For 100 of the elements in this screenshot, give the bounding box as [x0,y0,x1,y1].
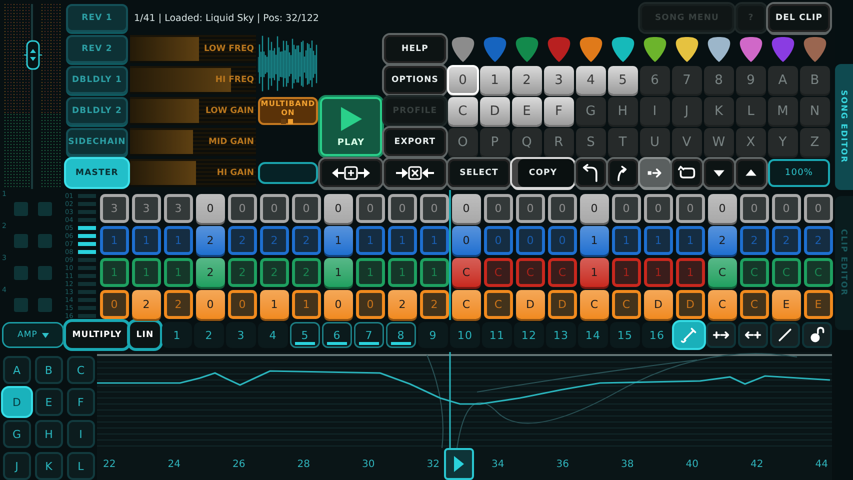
pattern-cell[interactable]: 0 [388,194,417,223]
toolbar-button[interactable] [640,159,670,187]
step-button[interactable]: 13 [546,322,576,348]
step-button[interactable]: 8 [386,322,416,348]
pattern-cell[interactable]: C [548,258,577,287]
eq-slider[interactable]: MID GAIN [130,128,256,156]
effect-button[interactable]: REV 1 [66,4,128,32]
eq-slider[interactable]: LOW FREQ [130,35,256,63]
pattern-cell[interactable]: 1 [644,226,673,255]
pattern-cell[interactable]: 3 [100,194,129,223]
step-button[interactable]: 4 [258,322,288,348]
tool-button[interactable] [770,322,800,348]
color-pick[interactable] [804,36,826,62]
pattern-key[interactable]: T [608,128,638,156]
pattern-cell[interactable]: C [452,258,481,287]
pattern-cell[interactable]: 1 [292,290,321,319]
pattern-key[interactable]: B [800,66,830,94]
pattern-key[interactable]: D [480,97,510,125]
pattern-cell[interactable]: 2 [388,290,417,319]
effect-button[interactable]: REV 2 [66,35,128,63]
pattern-cell[interactable]: 0 [196,290,225,319]
bank-button[interactable]: I [67,420,95,448]
menu-button[interactable]: EXPORT [384,128,446,156]
pattern-cell[interactable]: 0 [324,194,353,223]
editor-tab[interactable]: SONG EDITOR [835,64,853,190]
pattern-cell[interactable]: C [804,258,833,287]
toolbar-button[interactable] [576,159,606,187]
pattern-cell[interactable]: 0 [228,194,257,223]
pattern-cell[interactable]: 0 [676,194,705,223]
bank-button[interactable]: C [67,356,95,384]
pattern-cell[interactable]: 1 [676,226,705,255]
pattern-cell[interactable]: C [516,258,545,287]
pattern-cell[interactable]: 1 [388,226,417,255]
pattern-cell[interactable]: 2 [228,258,257,287]
pattern-cell[interactable]: 0 [420,194,449,223]
pattern-key[interactable]: P [480,128,510,156]
toolbar-button[interactable] [608,159,638,187]
pattern-cell[interactable]: D [516,290,545,319]
step-button[interactable]: 5 [290,322,320,348]
editor-tab[interactable]: CLIP EDITOR [835,196,853,330]
pattern-cell[interactable]: 1 [324,226,353,255]
tool-button[interactable] [802,322,832,348]
pattern-key[interactable]: K [704,97,734,125]
bank-button[interactable]: D [3,388,31,416]
playhead-button[interactable] [444,448,474,480]
pattern-key[interactable]: H [608,97,638,125]
pattern-key[interactable]: 3 [544,66,574,94]
pattern-key[interactable]: A [768,66,798,94]
pattern-key[interactable]: E [512,97,542,125]
automation-curve-drawing[interactable] [97,352,832,448]
pattern-cell[interactable]: C [484,258,513,287]
pattern-cell[interactable]: 1 [420,226,449,255]
tool-button[interactable] [738,322,768,348]
pattern-cell[interactable]: 0 [612,194,641,223]
menu-button[interactable]: HELP [384,35,446,63]
pattern-cell[interactable]: C [708,258,737,287]
pattern-cell[interactable]: 2 [260,258,289,287]
pattern-cell[interactable]: C [612,290,641,319]
pattern-cell[interactable]: 0 [772,194,801,223]
pattern-cell[interactable]: 2 [772,226,801,255]
effect-button[interactable]: SIDECHAIN [66,128,128,156]
pattern-cell[interactable]: 0 [516,194,545,223]
pattern-cell[interactable]: 0 [452,194,481,223]
pattern-key[interactable]: Z [800,128,830,156]
pattern-key[interactable]: 1 [480,66,510,94]
pattern-cell[interactable]: 1 [100,258,129,287]
pattern-cell[interactable]: 0 [804,194,833,223]
pattern-cell[interactable]: 1 [612,226,641,255]
pattern-cell[interactable]: 0 [484,194,513,223]
pattern-cell[interactable]: 1 [100,226,129,255]
pattern-cell[interactable]: 1 [260,290,289,319]
value-field[interactable] [258,162,318,184]
pattern-key[interactable]: X [736,128,766,156]
pattern-key[interactable]: L [736,97,766,125]
pattern-cell[interactable]: 0 [260,194,289,223]
mode-button[interactable]: MULTIPLY [66,322,128,348]
pattern-cell[interactable]: 2 [196,258,225,287]
bank-button[interactable]: B [35,356,63,384]
pattern-cell[interactable]: 1 [132,258,161,287]
pattern-cell[interactable]: D [676,290,705,319]
pattern-cell[interactable]: 1 [580,258,609,287]
bank-button[interactable]: F [67,388,95,416]
pattern-cell[interactable]: 3 [132,194,161,223]
pattern-cell[interactable]: 2 [740,226,769,255]
pattern-cell[interactable]: 2 [164,290,193,319]
color-pick[interactable] [740,36,762,62]
pattern-cell[interactable]: 1 [132,226,161,255]
toolbar-button[interactable] [704,159,734,187]
pattern-cell[interactable]: 0 [580,194,609,223]
step-button[interactable]: 2 [194,322,224,348]
pattern-cell[interactable]: C [708,290,737,319]
pattern-cell[interactable]: 1 [612,258,641,287]
pattern-key[interactable]: S [576,128,606,156]
pattern-cell[interactable]: 0 [708,194,737,223]
pattern-cell[interactable]: D [548,290,577,319]
pattern-key[interactable]: I [640,97,670,125]
pattern-cell[interactable]: 0 [356,194,385,223]
pattern-cell[interactable]: 0 [548,226,577,255]
pattern-cell[interactable]: 2 [804,226,833,255]
pattern-cell[interactable]: 2 [196,226,225,255]
